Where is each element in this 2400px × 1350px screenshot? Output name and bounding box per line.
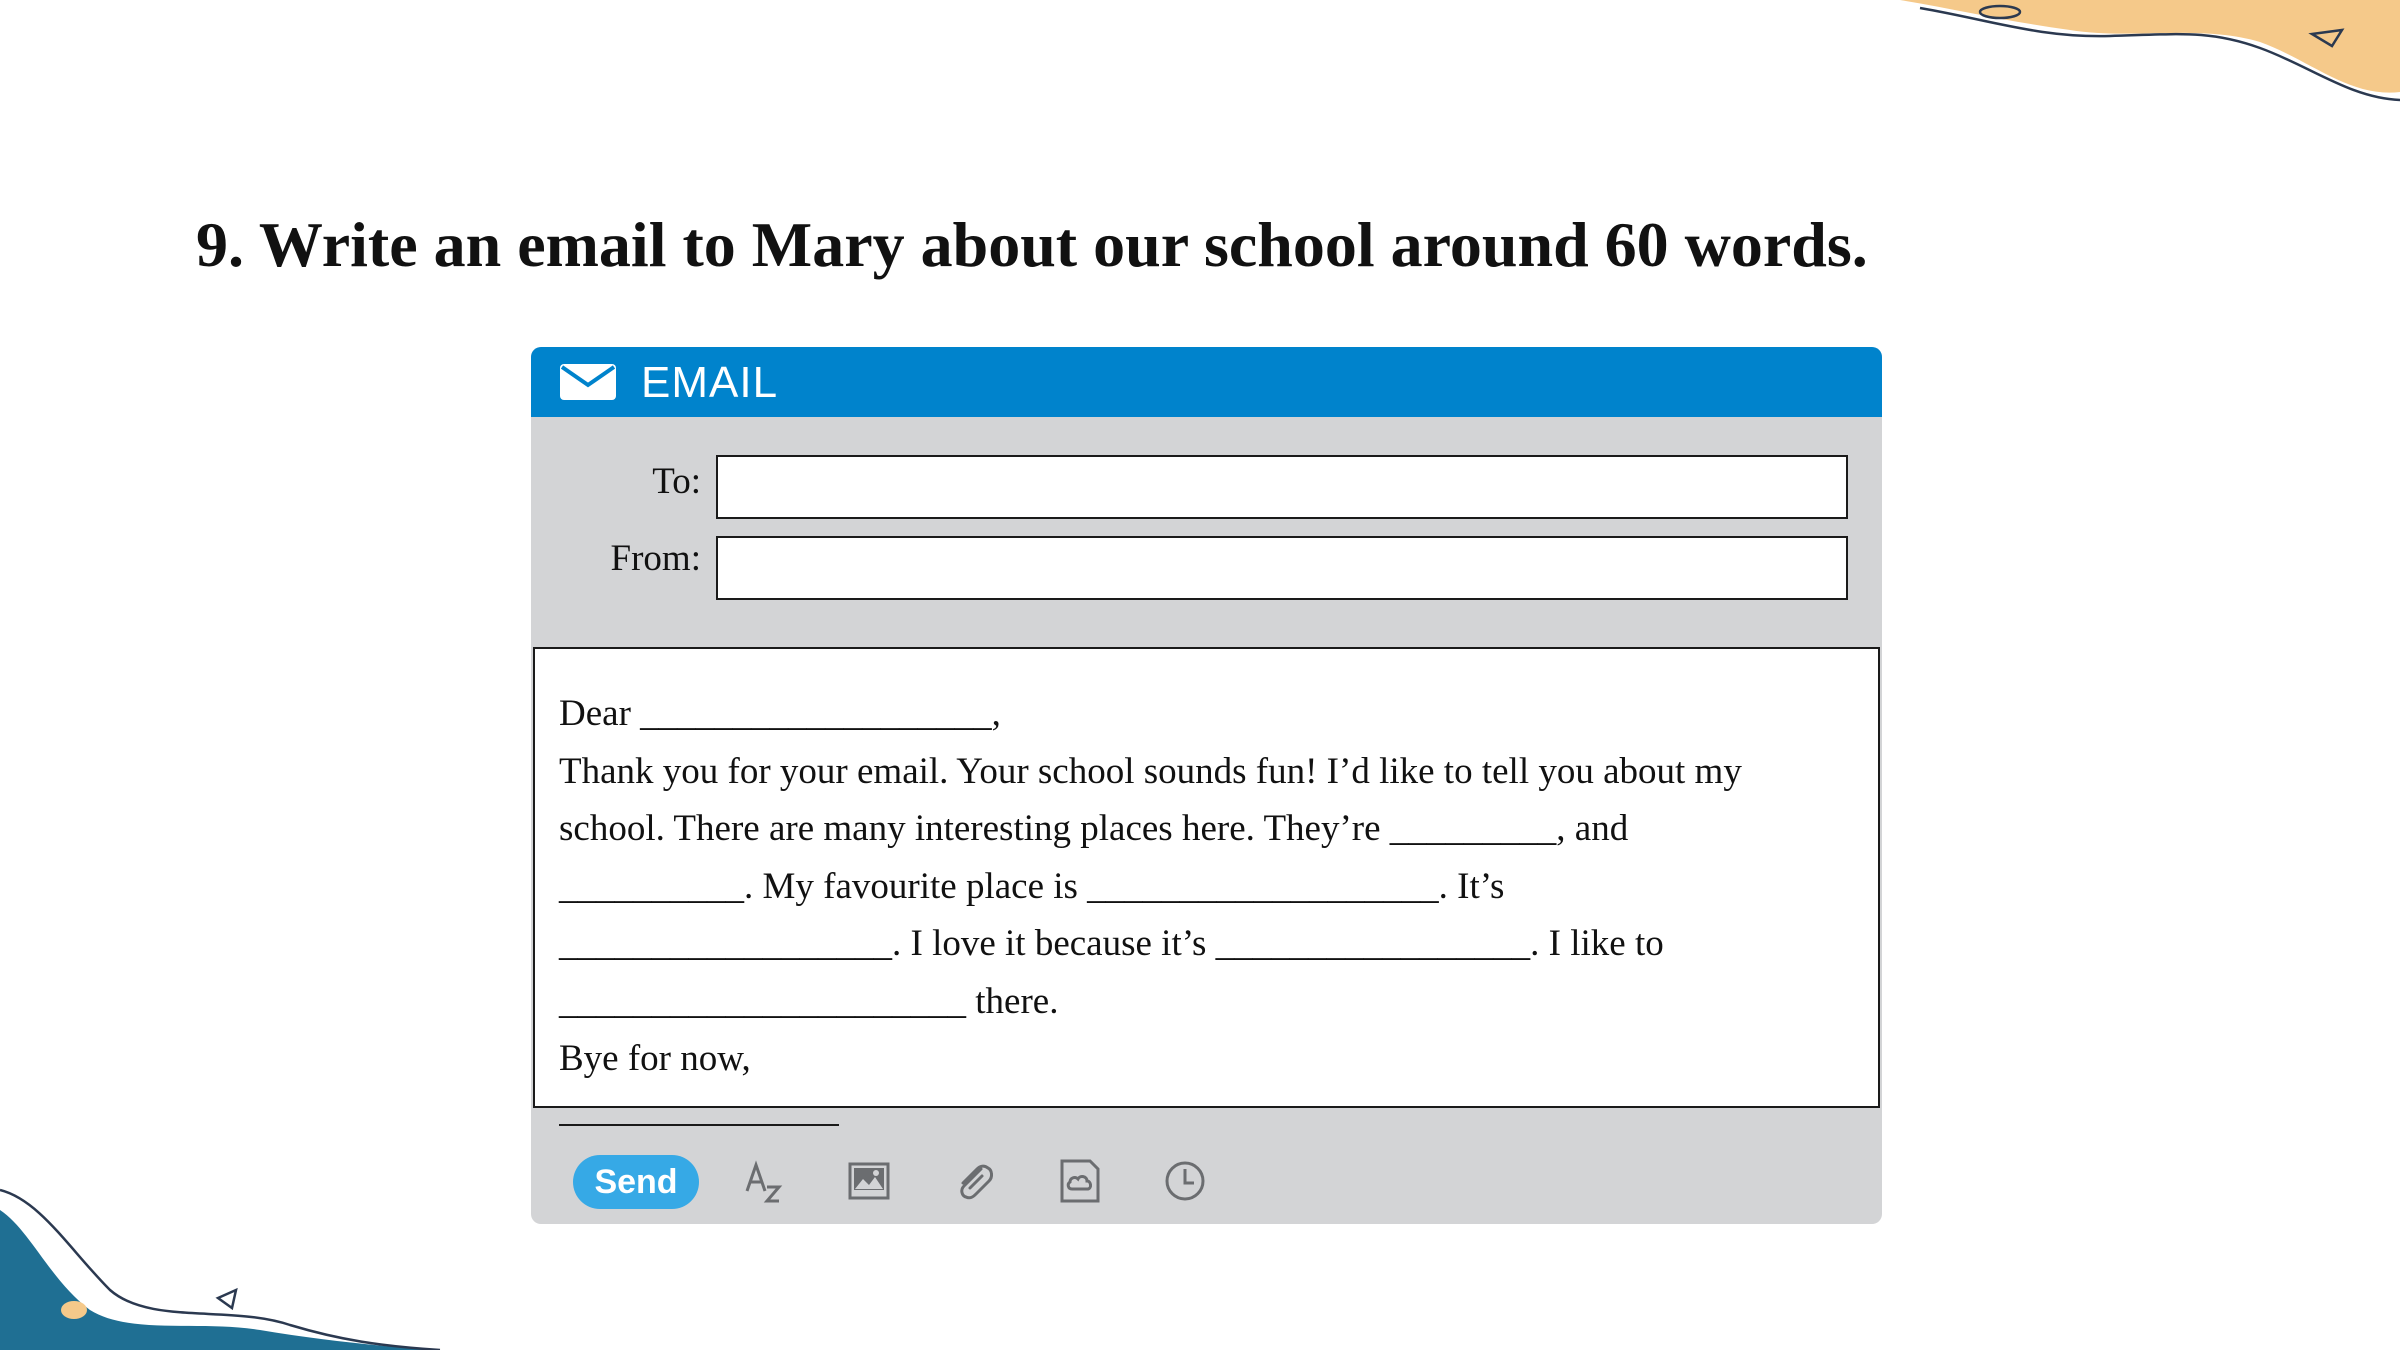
top-right-wave-decoration bbox=[1900, 0, 2400, 102]
signature-blank bbox=[559, 1124, 839, 1126]
body-line-5: ______________________ there. bbox=[559, 980, 1059, 1022]
bottom-left-wave-decoration bbox=[0, 1188, 441, 1350]
cloud-file-icon[interactable] bbox=[1056, 1157, 1104, 1205]
send-button[interactable]: Send bbox=[573, 1155, 699, 1209]
to-field[interactable] bbox=[716, 455, 1848, 519]
email-window: EMAIL To: From: Dear ___________________… bbox=[531, 347, 1882, 1224]
body-line-1: Thank you for your email. Your school so… bbox=[559, 750, 1742, 792]
from-field[interactable] bbox=[716, 536, 1848, 600]
email-toolbar: Send bbox=[531, 1147, 1882, 1224]
body-line-3: __________. My favourite place is ______… bbox=[559, 865, 1505, 907]
image-icon[interactable] bbox=[845, 1157, 893, 1205]
from-label: From: bbox=[610, 538, 701, 579]
body-line-2: school. There are many interesting place… bbox=[559, 808, 1629, 849]
page-title: 9. Write an email to Mary about our scho… bbox=[196, 209, 1868, 280]
closing-line: Bye for now, bbox=[559, 1038, 751, 1079]
to-label: To: bbox=[652, 461, 701, 502]
email-title: EMAIL bbox=[641, 358, 779, 407]
email-body[interactable]: Dear ___________________, Thank you for … bbox=[533, 647, 1880, 1108]
clock-icon[interactable] bbox=[1161, 1157, 1209, 1205]
body-line-4: __________________. I love it because it… bbox=[559, 923, 1664, 964]
font-format-icon[interactable] bbox=[739, 1157, 787, 1205]
email-header: EMAIL bbox=[531, 347, 1882, 417]
envelope-icon bbox=[560, 364, 616, 400]
attachment-icon[interactable] bbox=[951, 1157, 999, 1205]
greeting-line: Dear ___________________, bbox=[559, 693, 1001, 734]
